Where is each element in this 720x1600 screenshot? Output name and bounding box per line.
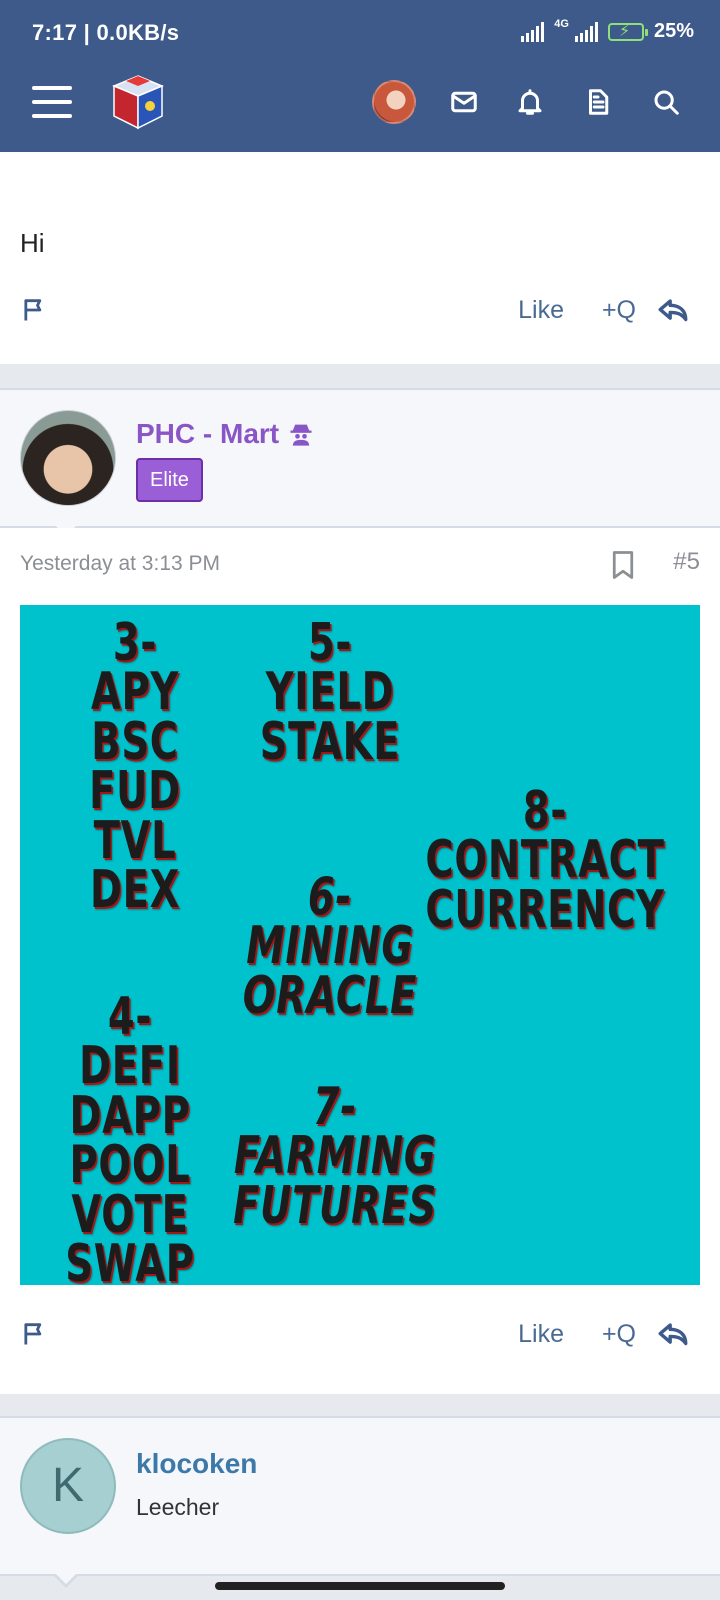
bookmark-icon[interactable] bbox=[610, 550, 636, 580]
home-indicator[interactable] bbox=[215, 1582, 505, 1590]
author-name[interactable]: PHC - Mart bbox=[136, 418, 315, 450]
image-group-6: 6- MINING ORACLE bbox=[242, 867, 418, 1026]
report-flag-icon[interactable] bbox=[20, 1320, 48, 1348]
site-logo[interactable] bbox=[106, 70, 170, 134]
post-body-text: Hi bbox=[20, 228, 45, 258]
post-author-block: PHC - Mart Elite bbox=[0, 388, 720, 540]
post-card-prev: Hi Like +Q bbox=[0, 152, 720, 364]
post-actions-5: Like +Q bbox=[0, 1316, 720, 1356]
author-role: Leecher bbox=[136, 1494, 220, 1520]
menu-icon[interactable] bbox=[32, 86, 72, 118]
image-group-5: 5- YIELD STAKE bbox=[259, 613, 401, 772]
post-actions: Like +Q bbox=[0, 292, 720, 332]
status-icons: 4G ⚡ 25% bbox=[521, 17, 694, 43]
signal-icon-2 bbox=[574, 21, 598, 42]
like-button[interactable]: Like bbox=[518, 1320, 564, 1349]
user-badge: Elite bbox=[136, 458, 203, 502]
post-image[interactable]: 3- APY BSC FUD TVL DEX 5- YIELD STAKE 8-… bbox=[20, 605, 700, 1285]
battery-percent: 25% bbox=[653, 20, 694, 42]
search-icon[interactable] bbox=[646, 82, 686, 122]
report-flag-icon[interactable] bbox=[20, 296, 48, 324]
author-name[interactable]: klocoken bbox=[136, 1448, 257, 1480]
reply-icon[interactable] bbox=[656, 294, 690, 328]
app-header: 7:17 | 0.0KB/s 4G ⚡ 25% bbox=[0, 0, 720, 152]
post-time[interactable]: Yesterday at 3:13 PM bbox=[20, 552, 220, 576]
image-group-7: 7- FARMING FUTURES bbox=[233, 1077, 437, 1236]
bell-icon[interactable] bbox=[510, 82, 550, 122]
reply-icon[interactable] bbox=[656, 1318, 690, 1352]
author-name-text: PHC - Mart bbox=[136, 418, 280, 449]
spy-icon bbox=[290, 424, 312, 446]
user-avatar[interactable] bbox=[372, 80, 416, 124]
document-icon[interactable] bbox=[578, 82, 618, 122]
quote-button[interactable]: +Q bbox=[602, 1320, 636, 1349]
post-number[interactable]: #5 bbox=[673, 548, 700, 576]
status-time-speed: 7:17 | 0.0KB/s bbox=[32, 20, 180, 45]
author-avatar-initial[interactable]: K bbox=[20, 1438, 116, 1534]
like-button[interactable]: Like bbox=[518, 296, 564, 325]
image-group-4: 4- DEFI DAPP POOL VOTE SWAP bbox=[65, 987, 195, 1285]
image-group-8: 8- CONTRACT CURRENCY bbox=[425, 781, 665, 940]
image-group-3: 3- APY BSC FUD TVL DEX bbox=[89, 613, 181, 920]
mail-icon[interactable] bbox=[444, 82, 484, 122]
battery-icon: ⚡ bbox=[607, 22, 648, 41]
author-avatar[interactable] bbox=[20, 410, 116, 506]
network-type: 4G bbox=[554, 17, 569, 30]
post-card-5: Yesterday at 3:13 PM #5 3- APY BSC FUD T… bbox=[0, 528, 720, 1394]
quote-button[interactable]: +Q bbox=[602, 296, 636, 325]
next-author-block: K klocoken Leecher bbox=[0, 1416, 720, 1588]
pointer-arrow bbox=[52, 1572, 80, 1588]
signal-icon bbox=[521, 21, 545, 42]
